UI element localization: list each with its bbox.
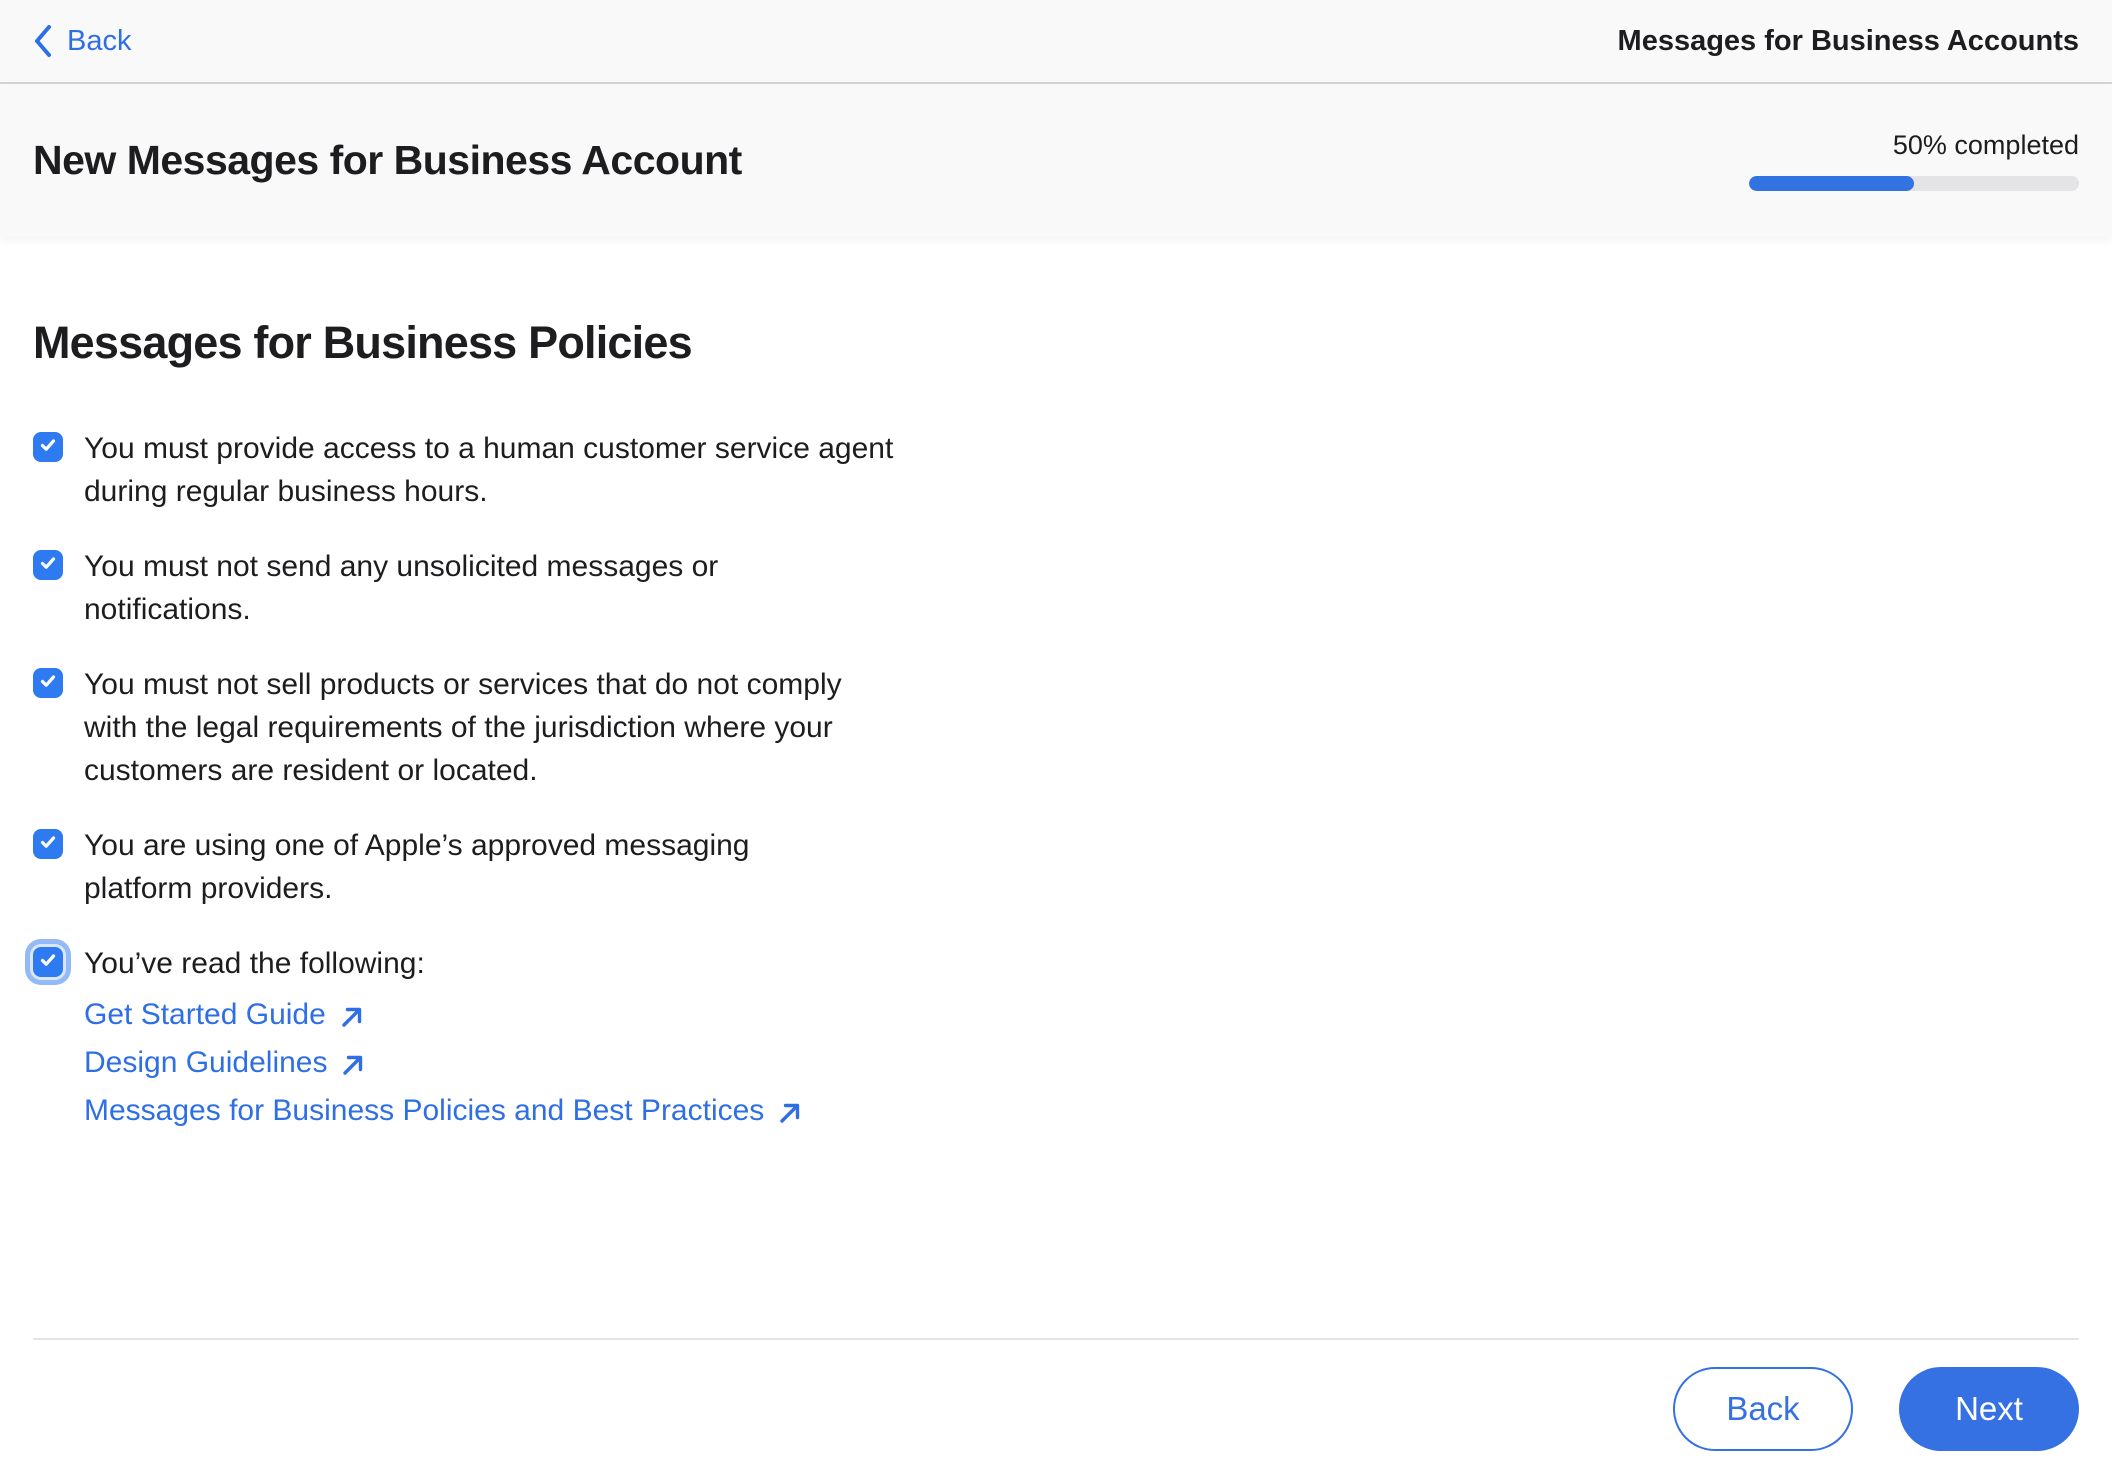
policy-checkbox[interactable]: [33, 829, 63, 859]
external-link-arrow-icon: [777, 1097, 803, 1126]
policy-list: You must provide access to a human custo…: [33, 427, 2079, 1135]
checkmark-icon: [38, 832, 58, 857]
policy-item: You are using one of Apple’s approved me…: [33, 824, 2079, 910]
policy-checkbox[interactable]: [33, 668, 63, 698]
policy-item: You must not sell products or services t…: [33, 663, 2079, 792]
policy-link[interactable]: Get Started Guide: [84, 991, 803, 1039]
progress-label: 50% completed: [1892, 130, 2079, 160]
policy-link-label: Design Guidelines: [84, 1046, 328, 1079]
checkmark-icon: [38, 435, 58, 460]
policy-item: You must provide access to a human custo…: [33, 427, 2079, 513]
progress-bar-fill: [1749, 176, 1914, 191]
checkmark-icon: [38, 671, 58, 696]
policy-link[interactable]: Messages for Business Policies and Best …: [84, 1087, 803, 1135]
policy-label: You are using one of Apple’s approved me…: [84, 829, 750, 905]
policy-body: You are using one of Apple’s approved me…: [84, 824, 750, 910]
footer-actions: Back Next: [0, 1340, 2112, 1451]
policy-item: You must not send any unsolicited messag…: [33, 545, 2079, 631]
nav-back-link[interactable]: Back: [33, 24, 131, 58]
policy-body: You must provide access to a human custo…: [84, 427, 893, 513]
page-header: Back Messages for Business Accounts New …: [0, 0, 2112, 237]
progress-bar: [1749, 176, 2079, 191]
policy-link-label: Messages for Business Policies and Best …: [84, 1094, 765, 1127]
policy-links: Get Started Guide Design Guidelines Mess…: [84, 991, 803, 1135]
policy-link-label: Get Started Guide: [84, 998, 326, 1031]
policy-checkbox[interactable]: [33, 947, 63, 977]
policy-item: You’ve read the following: Get Started G…: [33, 942, 2079, 1135]
external-link-arrow-icon: [339, 1001, 365, 1030]
policy-label: You must provide access to a human custo…: [84, 432, 894, 508]
section-heading: Messages for Business Policies: [33, 317, 693, 368]
policy-body: You must not sell products or services t…: [84, 663, 842, 792]
main-content: Messages for Business Policies You must …: [0, 237, 2112, 1338]
policy-checkbox[interactable]: [33, 432, 63, 462]
policy-label: You must not sell products or services t…: [84, 668, 842, 787]
top-nav: Back Messages for Business Accounts: [0, 0, 2112, 84]
checkmark-icon: [38, 950, 58, 975]
external-link-arrow-icon: [340, 1049, 366, 1078]
back-button[interactable]: Back: [1673, 1367, 1853, 1451]
header-main: New Messages for Business Account 50% co…: [0, 84, 2112, 237]
policy-checkbox[interactable]: [33, 550, 63, 580]
page-title: New Messages for Business Account: [33, 137, 742, 183]
nav-back-label: Back: [67, 24, 132, 57]
page-footer: Back Next: [0, 1338, 2112, 1480]
policy-label: You’ve read the following:: [84, 947, 425, 980]
chevron-left-icon: [33, 24, 53, 58]
policy-body: You must not send any unsolicited messag…: [84, 545, 718, 631]
policy-link[interactable]: Design Guidelines: [84, 1039, 803, 1087]
next-button[interactable]: Next: [1899, 1367, 2079, 1451]
progress-area: 50% completed: [1749, 130, 2079, 191]
policy-body: You’ve read the following: Get Started G…: [84, 942, 803, 1135]
nav-title: Messages for Business Accounts: [1617, 24, 2079, 57]
checkmark-icon: [38, 553, 58, 578]
policy-label: You must not send any unsolicited messag…: [84, 550, 719, 626]
